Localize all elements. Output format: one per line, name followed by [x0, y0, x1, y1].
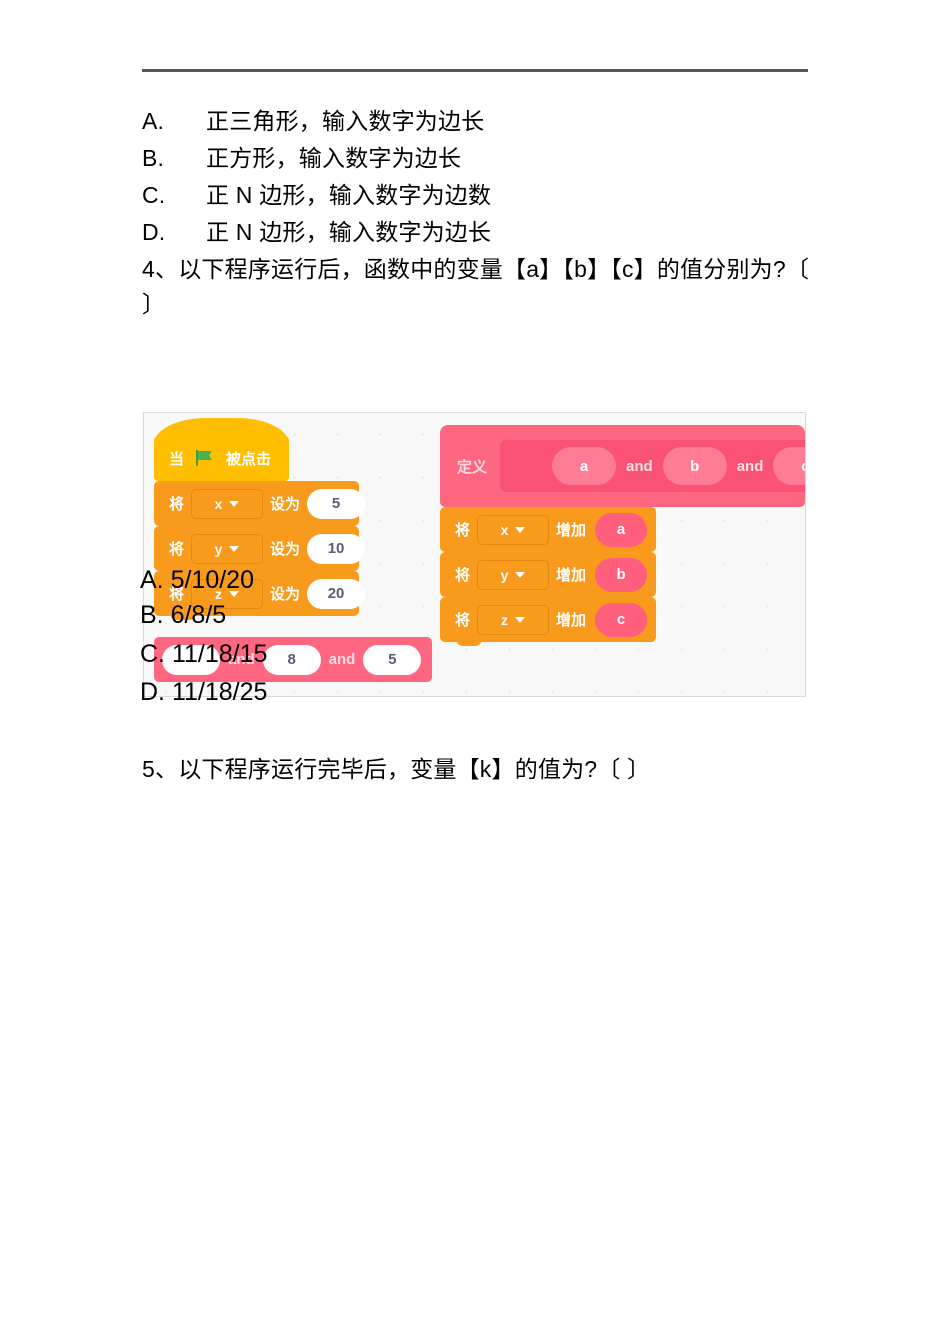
and-label-1: and: [626, 457, 653, 475]
variable-name: z: [501, 611, 509, 628]
set-to-label: 设为: [270, 496, 301, 513]
question-5-text: 5、以下程序运行完毕后，变量【k】的值为?〔 〕: [142, 756, 651, 782]
variable-dropdown-x[interactable]: x: [191, 488, 264, 519]
variable-name: y: [214, 540, 223, 557]
call-arg-3[interactable]: 5: [363, 644, 422, 675]
option-b-q4: B. 6/8/5: [140, 601, 227, 629]
option-a-q4: A. 5/10/20: [140, 566, 254, 594]
define-custom-block[interactable]: 定义 a and b and c: [440, 425, 805, 511]
change-verb-label: 将: [455, 567, 471, 584]
define-arg-a[interactable]: a: [552, 447, 617, 485]
chevron-down-icon: [515, 526, 526, 533]
define-label: 定义: [457, 458, 488, 476]
set-verb-label: 将: [169, 541, 185, 558]
change-verb-label: 将: [455, 612, 471, 629]
choice-marker: B.: [142, 145, 165, 171]
choice-marker: C.: [142, 182, 166, 208]
and-label-2: and: [736, 457, 764, 475]
set-verb-label: 将: [169, 496, 185, 513]
variable-dropdown-y[interactable]: y: [191, 533, 264, 564]
choice-row-d: D. 正 N 边形，输入数字为边长: [142, 214, 491, 250]
choice-text: 正方形，输入数字为边长: [206, 145, 462, 171]
reporter-arg-a[interactable]: a: [595, 512, 648, 547]
green-flag-icon: [195, 449, 215, 467]
header-divider: [142, 69, 808, 72]
reporter-arg-b[interactable]: b: [595, 557, 648, 592]
variable-dropdown-x[interactable]: x: [477, 514, 550, 545]
set-to-label: 设为: [270, 586, 301, 603]
choice-text: 正三角形，输入数字为边长: [206, 108, 485, 134]
value-input-x[interactable]: 5: [307, 488, 366, 519]
document-page: A. 正三角形，输入数字为边长 B. 正方形，输入数字为边长 C. 正 N 边形，输入…: [0, 0, 950, 1344]
chevron-down-icon: [515, 571, 526, 578]
value-input-y[interactable]: 10: [307, 533, 366, 564]
change-by-label: 增加: [556, 567, 587, 584]
choice-marker: D.: [142, 219, 166, 245]
variable-name: x: [214, 495, 223, 512]
call-arg-2[interactable]: 8: [262, 644, 321, 675]
define-arg-b[interactable]: b: [662, 447, 727, 485]
choice-text: 正 N 边形，输入数字为边长: [206, 219, 492, 245]
clicked-label: 被点击: [226, 450, 272, 468]
variable-dropdown-z[interactable]: z: [477, 604, 550, 635]
set-variable-block-y[interactable]: 将 y 设为 10: [154, 526, 366, 575]
variable-dropdown-y[interactable]: y: [477, 559, 550, 590]
variable-name: y: [500, 566, 509, 583]
variable-name: x: [500, 521, 509, 538]
question-4-text: 4、以下程序运行后，函数中的变量【a】【b】【c】的值分别为?〔 〕: [142, 256, 810, 317]
and-label-2: and: [328, 651, 356, 668]
choice-row-c: C. 正 N 边形，输入数字为边数: [142, 177, 491, 213]
when-label: 当: [169, 450, 185, 468]
define-arg-c[interactable]: c: [773, 447, 805, 485]
change-variable-block-x[interactable]: 将 x 增加 a: [440, 507, 656, 556]
change-verb-label: 将: [455, 522, 471, 539]
change-variable-block-z[interactable]: 将 z 增加 c: [440, 597, 656, 646]
choice-text: 正 N 边形，输入数字为边数: [206, 182, 492, 208]
choice-row-b: B. 正方形，输入数字为边长: [142, 140, 461, 176]
block-prototype: a and b and c: [500, 440, 805, 492]
chevron-down-icon: [229, 500, 240, 507]
value-input-z[interactable]: 20: [307, 578, 366, 609]
choice-row-a: A. 正三角形，输入数字为边长: [142, 103, 484, 139]
chevron-down-icon: [229, 545, 240, 552]
choice-marker: A.: [142, 108, 165, 134]
chevron-down-icon: [515, 616, 526, 623]
option-c-q4: C. 11/18/15: [140, 640, 268, 668]
when-flag-clicked-block[interactable]: 当 被点击: [154, 418, 289, 485]
set-to-label: 设为: [270, 541, 301, 558]
change-variable-block-y[interactable]: 将 y 增加 b: [440, 552, 656, 601]
change-by-label: 增加: [556, 612, 587, 629]
option-d-q4: D. 11/18/25: [140, 678, 268, 706]
reporter-arg-c[interactable]: c: [595, 602, 648, 637]
set-variable-block-x[interactable]: 将 x 设为 5: [154, 481, 366, 530]
change-by-label: 增加: [556, 522, 587, 539]
